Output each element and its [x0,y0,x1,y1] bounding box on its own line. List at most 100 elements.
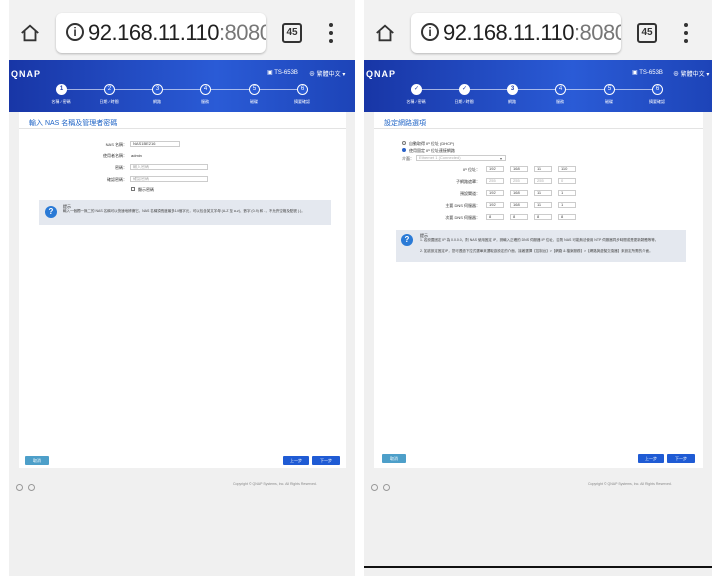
tip-line-1: 1. 若設置固定 IP 為 0.0.0.0，則 NAS 使用固定 IP，請輸入正… [420,238,659,242]
language-selector[interactable]: ⊕ 繁體中文 ▾ [309,69,345,78]
dns1-octet-4[interactable]: 1 [558,202,576,208]
tip-text: 輸入一個獨一無二的 NAS 名稱可以快速地辨識它。NAS 名稱須長度最多14個字… [63,209,305,213]
interface-select[interactable]: Ethernet 1 (Connected) [416,155,506,161]
model-label: ▣ TS-653B [267,70,298,76]
settings-icon[interactable] [371,484,378,491]
dns1-octet-1[interactable]: 192 [486,202,504,208]
browser-toolbar: i 92.168.11.110:8080/c 45 [9,0,355,60]
home-icon[interactable] [374,22,396,44]
cancel-button[interactable]: 取消 [382,454,406,463]
dns2-octet-2[interactable]: 8 [510,214,528,220]
home-icon[interactable] [19,22,41,44]
password-input[interactable]: 輸入密碼 [130,164,208,170]
gateway-octet-2[interactable]: 168 [510,190,528,196]
help-icon[interactable] [28,484,35,491]
step-progress-line [61,89,304,90]
step-3: 3 [507,84,518,95]
step-6: 6 [652,84,663,95]
gateway-octet-3[interactable]: 11 [534,190,552,196]
ip-octet-1[interactable]: 192 [486,166,504,172]
mask-octet-4[interactable]: 0 [558,178,576,184]
tab-count-button[interactable]: 45 [637,23,657,43]
ip-octet-2[interactable]: 168 [510,166,528,172]
primary-dns-label: 主要 DNS 伺服器： [445,203,480,208]
step-4-label: 服務 [201,99,209,104]
mask-octet-2[interactable]: 255 [510,178,528,184]
username-label: 使用者名稱： [103,153,127,158]
ip-octet-4[interactable]: 110 [558,166,576,172]
step-2: ✓ [459,84,470,95]
dns2-octet-1[interactable]: 8 [486,214,504,220]
dns2-octet-3[interactable]: 8 [534,214,552,220]
tip-box: ? 提示 輸入一個獨一無二的 NAS 名稱可以快速地辨識它。NAS 名稱須長度最… [39,200,331,225]
address-bar[interactable]: i 92.168.11.110:8080/c [411,13,621,53]
help-icon[interactable] [383,484,390,491]
model-label: ▣ TS-653B [632,70,663,76]
next-button[interactable]: 下一步 [667,454,695,463]
browser-toolbar: i 92.168.11.110:8080/c 45 [364,0,712,60]
step-1: 1 [56,84,67,95]
step-1-label: 名稱 / 密碼 [51,99,71,104]
copyright-text: Copyright © QNAP Systems, Inc. All Right… [233,482,317,486]
overflow-menu-icon[interactable] [684,23,688,43]
mask-octet-1[interactable]: 255 [486,178,504,184]
step-2-label: 日期 / 時間 [99,99,119,104]
info-icon[interactable]: i [66,23,84,41]
step-4: 4 [200,84,211,95]
step-4: 4 [555,84,566,95]
dhcp-radio[interactable] [402,141,406,145]
step-5: 5 [249,84,260,95]
dns1-octet-2[interactable]: 168 [510,202,528,208]
gateway-octet-4[interactable]: 1 [558,190,576,196]
next-button[interactable]: 下一步 [312,456,340,465]
tab-count-button[interactable]: 45 [282,23,302,43]
confirm-password-input[interactable]: 確認密碼 [130,176,208,182]
wizard-card: 輸入 NAS 名稱及管理者密碼 NAS 名稱： NAS1BE216 使用者名稱：… [19,112,346,468]
qnap-logo: QNAP [366,69,397,79]
step-6: 6 [297,84,308,95]
info-icon[interactable]: i [421,23,439,41]
step-3-label: 網路 [508,99,516,104]
confirm-password-label: 確認密碼： [107,177,127,182]
dns1-octet-3[interactable]: 11 [534,202,552,208]
lightbulb-icon: ? [45,206,57,218]
bottom-edge [364,566,712,568]
address-bar[interactable]: i 92.168.11.110:8080/c [56,13,266,53]
language-selector[interactable]: ⊕ 繁體中文 ▾ [673,69,709,78]
wizard-header: QNAP ▣ TS-653B ⊕ 繁體中文 ▾ ✓ ✓ 3 4 5 6 名稱 /… [364,60,712,112]
step-3-label: 網路 [153,99,161,104]
secondary-dns-label: 次要 DNS 伺服器： [445,215,480,220]
gateway-label: 預設閘道： [460,191,480,196]
gateway-octet-1[interactable]: 192 [486,190,504,196]
step-5: 5 [604,84,615,95]
ip-label: IP 位址： [463,167,480,172]
chevron-down-icon: ▾ [500,156,503,161]
back-button[interactable]: 上一步 [283,456,309,465]
dhcp-label: 自動取得 IP 位址 (DHCP) [409,141,455,146]
page-title: 輸入 NAS 名稱及管理者密碼 [29,120,118,127]
cancel-button[interactable]: 取消 [25,456,49,465]
url-text: 92.168.11.110:8080/c [443,20,621,45]
mask-octet-3[interactable]: 255 [534,178,552,184]
ip-octet-3[interactable]: 11 [534,166,552,172]
step-2-label: 日期 / 時間 [454,99,474,104]
overflow-menu-icon[interactable] [329,23,333,43]
title-divider [374,128,703,129]
settings-icon[interactable] [16,484,23,491]
dns2-octet-4[interactable]: 8 [558,214,576,220]
copyright-text: Copyright © QNAP Systems, Inc. All Right… [588,482,672,486]
show-password-label: 顯示密碼 [138,187,154,192]
back-button[interactable]: 上一步 [638,454,664,463]
show-password-checkbox[interactable] [131,187,135,191]
subnet-mask-label: 子網路遮罩： [456,179,480,184]
tip-line-2: 2. 如欲設定固定IP，您可透過下拉式選單來選取欲設定的介面，接著選擇【控制台】… [420,249,653,253]
static-ip-radio[interactable] [402,148,406,152]
step-6-label: 摘要確認 [294,99,310,104]
lightbulb-icon: ? [401,234,413,246]
screenshot-left: i 92.168.11.110:8080/c 45 QNAP ▣ TS-653B… [9,0,355,576]
screenshot-divider [359,0,361,576]
qnap-logo: QNAP [11,69,42,79]
username-value: admin [131,153,142,158]
step-4-label: 服務 [556,99,564,104]
nas-name-input[interactable]: NAS1BE216 [130,141,180,147]
